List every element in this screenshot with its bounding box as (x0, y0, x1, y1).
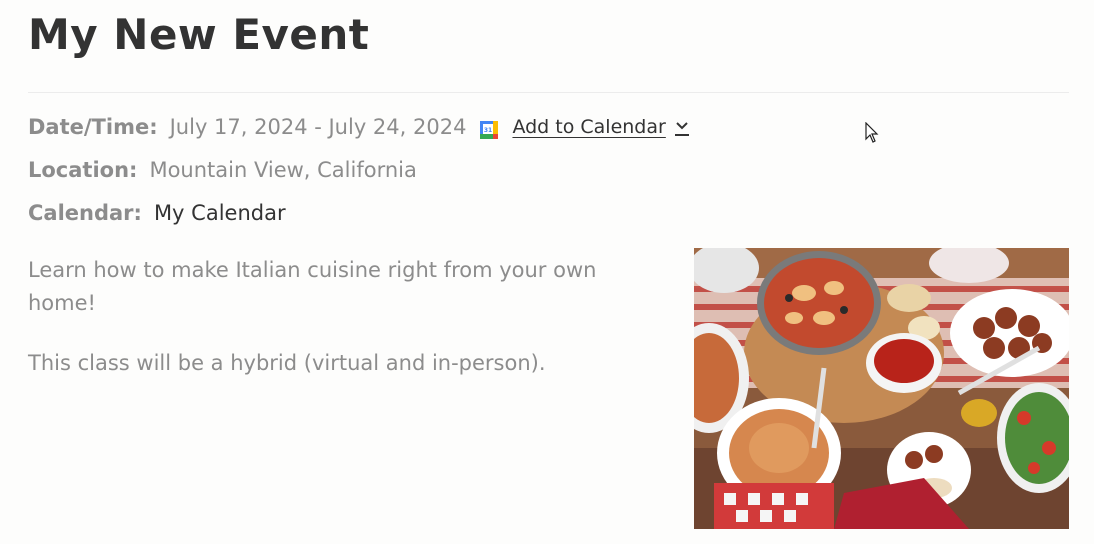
mouse-cursor-icon (865, 121, 879, 144)
event-page: My New Event Date/Time: July 17, 2024 - … (0, 0, 1094, 544)
description-paragraph-2: This class will be a hybrid (virtual and… (28, 351, 546, 375)
calendar-label: Calendar: (28, 201, 142, 225)
location-label: Location: (28, 158, 138, 182)
google-calendar-icon-text: 31 (484, 127, 492, 134)
datetime-value: July 17, 2024 - July 24, 2024 (169, 115, 467, 139)
google-calendar-icon[interactable]: 31 (480, 118, 499, 139)
add-to-calendar-link[interactable]: Add to Calendar (512, 113, 665, 141)
description-paragraph-1: Learn how to make Italian cuisine right … (28, 258, 597, 315)
location-value: Mountain View, California (149, 158, 417, 182)
calendar-row: Calendar: My Calendar (28, 199, 286, 227)
chevron-down-icon[interactable] (674, 116, 690, 138)
title-divider (28, 92, 1069, 93)
calendar-value: My Calendar (153, 201, 286, 225)
page-title: My New Event (28, 10, 370, 59)
datetime-label: Date/Time: (28, 115, 158, 139)
event-image (694, 248, 1069, 529)
datetime-row: Date/Time: July 17, 2024 - July 24, 2024… (28, 113, 690, 141)
location-row: Location: Mountain View, California (28, 156, 417, 184)
